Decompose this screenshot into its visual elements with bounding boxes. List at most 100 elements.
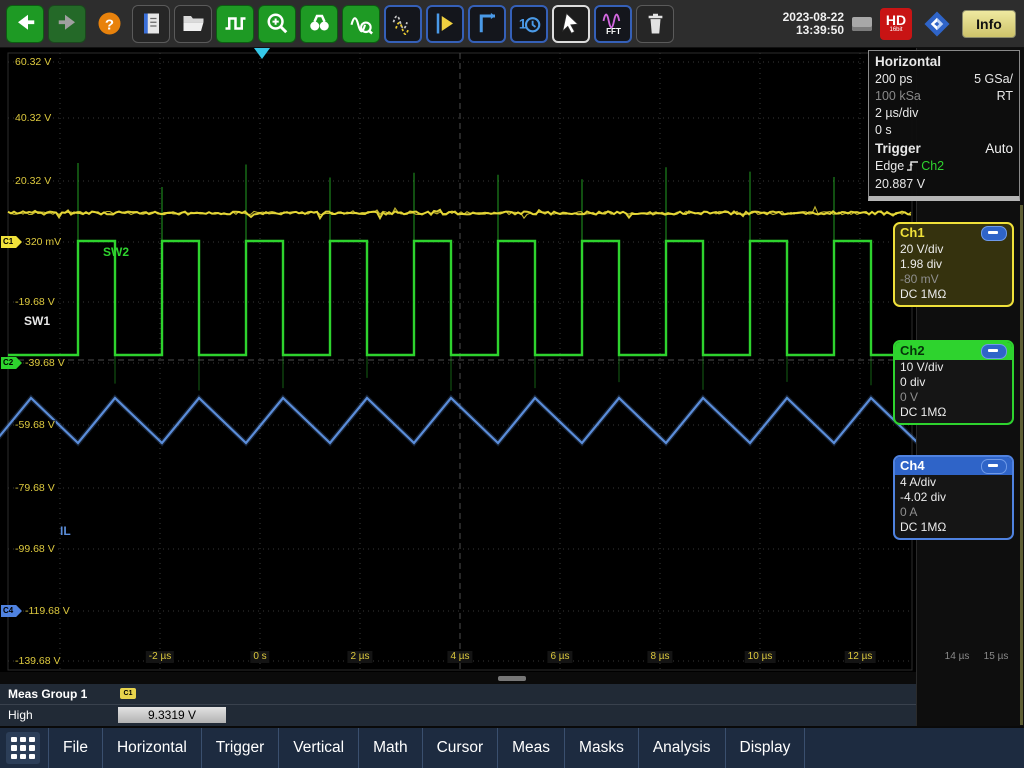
channel-scale: 10 V/div [900,360,1007,375]
toolbar-right: 2023-08-22 13:39:50 HD 16bit Info [783,8,1024,40]
search-icon[interactable] [300,5,338,43]
channel-scale: 4 A/div [900,475,1007,490]
trigger-type-row: EdgeCh2 [875,158,1013,176]
trigger-type: Edge [875,159,904,173]
bottom-menu: FileHorizontalTriggerVerticalMathCursorM… [0,726,1024,768]
menu-item-analysis[interactable]: Analysis [639,728,726,768]
channel-position: -4.02 div [900,490,1007,505]
menu-item-file[interactable]: File [48,728,103,768]
position-row: 0 s [875,122,1013,139]
timebase-row: 2 µs/div [875,105,1013,122]
cursor-icon[interactable] [426,5,464,43]
waveform-display[interactable]: 60.32 V40.32 V20.32 VC1320 mV-19.68 VC2-… [0,48,916,672]
channel-name: Ch4 [900,458,925,474]
channel-toggle[interactable] [981,226,1007,241]
time-axis-label: -2 µs [146,651,174,663]
report-icon[interactable] [132,5,170,43]
channel-badge-ch1[interactable]: Ch120 V/div1.98 div-80 mVDC 1MΩ [893,222,1014,307]
trigger-mode: Auto [985,139,1013,158]
time-axis-label: 12 µs [845,651,876,663]
delete-icon[interactable] [636,5,674,43]
undo-icon[interactable] [6,5,44,43]
measure-icon[interactable] [468,5,506,43]
datetime: 2023-08-22 13:39:50 [783,11,844,37]
voltage-axis-label: -119.68 V [24,606,71,617]
right-edge-indicator [1020,205,1023,725]
meas-value: 9.3319 V [118,707,226,723]
channel-offset: 0 A [900,505,1007,520]
fft-icon[interactable]: FFT [594,5,632,43]
menu-item-display[interactable]: Display [726,728,806,768]
channel-badge-header: Ch4 [895,457,1012,475]
apps-grid-icon[interactable] [6,732,40,764]
menu-item-horizontal[interactable]: Horizontal [103,728,202,768]
channel-position: 0 div [900,375,1007,390]
time-text: 13:39:50 [783,24,844,37]
voltage-axis-label: -79.68 V [14,483,56,494]
meas-source-chip: C1 [120,688,136,699]
trace-label-sw1: SW1 [24,314,50,328]
rs-logo-icon [920,8,954,40]
meas-name: High [8,708,33,722]
channel-badge-body: 20 V/div1.98 div-80 mVDC 1MΩ [895,242,1012,305]
menu-item-trigger[interactable]: Trigger [202,728,280,768]
sample-rate-value: 5 GSa/ [974,71,1013,88]
pointer-icon[interactable] [552,5,590,43]
menu-item-masks[interactable]: Masks [565,728,639,768]
voltage-axis-label: 320 mV [24,237,62,248]
channel-position: 1.98 div [900,257,1007,272]
record-length-row: 100 kSa RT [875,88,1013,105]
horizontal-scrollbar[interactable] [0,672,916,684]
voltage-axis-label: 40.32 V [14,113,52,124]
menu-item-cursor[interactable]: Cursor [423,728,499,768]
record-length-value: 100 kSa [875,88,921,105]
meas-result-row: High 9.3319 V [0,705,916,726]
channel-badge-ch2[interactable]: Ch210 V/div0 div0 VDC 1MΩ [893,340,1014,425]
generator-icon[interactable] [216,5,254,43]
channel-badge-ch4[interactable]: Ch44 A/div-4.02 div0 ADC 1MΩ [893,455,1014,540]
trigger-level-row: 20.887 V [875,176,1013,193]
hd-mode-badge[interactable]: HD 16bit [880,8,912,40]
timebase-value: 2 µs/div [875,105,918,122]
svg-text:FFT: FFT [606,27,621,36]
scrollbar-handle[interactable] [498,676,526,681]
date-text: 2023-08-22 [783,11,844,24]
time-axis-label: 15 µs [981,651,1012,663]
time-axis-label: 4 µs [447,651,472,663]
channel-offset: 0 V [900,390,1007,405]
acquisition-info-panel[interactable]: Horizontal 200 ps 5 GSa/ 100 kSa RT 2 µs… [868,50,1020,201]
keyboard-icon[interactable] [852,17,872,31]
horizontal-panel-title: Horizontal [875,52,1013,71]
timebase-icon[interactable]: 1 [510,5,548,43]
channel-offset: -80 mV [900,272,1007,287]
channel-coupling: DC 1MΩ [900,405,1007,420]
channel-toggle[interactable] [981,459,1007,474]
time-axis-label: 2 µs [347,651,372,663]
toolbar-buttons: ? 1 FFT [6,5,678,43]
channel-badge-header: Ch2 [895,342,1012,360]
redo-icon[interactable] [48,5,86,43]
voltage-axis-label: -139.68 V [14,656,62,667]
waveform-canvas [0,48,916,672]
channel-badge-body: 4 A/div-4.02 div0 ADC 1MΩ [895,475,1012,538]
channel-badge-body: 10 V/div0 div0 VDC 1MΩ [895,360,1012,423]
time-axis-label: 8 µs [647,651,672,663]
resolution-value: 200 ps [875,71,913,88]
channel-toggle[interactable] [981,344,1007,359]
info-button[interactable]: Info [962,10,1016,38]
voltage-axis-label: -99.68 V [14,544,56,555]
menu-item-meas[interactable]: Meas [498,728,565,768]
toolbar: ? 1 FFT 2023-08-22 13:39:50 HD 16bit Info [0,0,1024,48]
menu-items: FileHorizontalTriggerVerticalMathCursorM… [48,728,805,768]
channel-name: Ch1 [900,225,925,241]
mask-test-icon[interactable] [384,5,422,43]
time-axis-label: 0 s [250,651,269,663]
help-icon[interactable]: ? [90,5,128,43]
menu-item-vertical[interactable]: Vertical [279,728,359,768]
menu-item-math[interactable]: Math [359,728,422,768]
meas-group-title[interactable]: Meas Group 1 [8,687,87,701]
svg-text:?: ? [104,16,113,33]
waveform-zoom-icon[interactable] [342,5,380,43]
zoom-icon[interactable] [258,5,296,43]
open-icon[interactable] [174,5,212,43]
